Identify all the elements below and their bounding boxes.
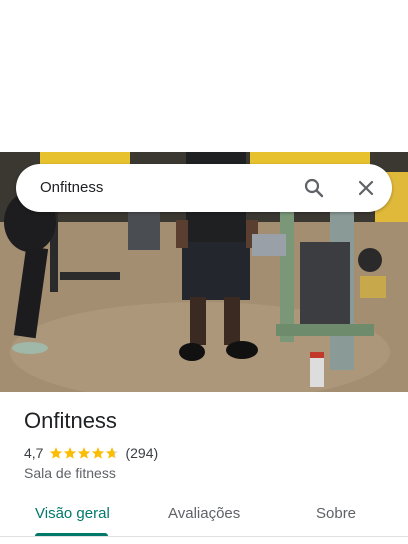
tab-about[interactable]: Sobre [316, 505, 356, 522]
tabs-divider [0, 536, 408, 537]
map-blank-area [0, 0, 408, 152]
review-count[interactable]: (294) [125, 445, 158, 461]
tab-reviews[interactable]: Avaliações [168, 505, 240, 522]
tab-overview[interactable]: Visão geral [35, 505, 110, 522]
rating-row[interactable]: 4,7 (294) [24, 445, 158, 461]
star-icon [50, 447, 63, 459]
rating-stars [49, 446, 119, 460]
place-title: Onfitness [24, 408, 117, 433]
search-input[interactable]: Onfitness [40, 164, 103, 212]
place-category: Sala de fitness [24, 465, 116, 481]
star-icon [64, 447, 77, 459]
star-icon [92, 447, 105, 459]
search-bar[interactable]: Onfitness [16, 164, 392, 212]
star-half-icon [106, 447, 119, 459]
star-icon [78, 447, 91, 459]
rating-value: 4,7 [24, 445, 44, 461]
search-icon[interactable] [302, 176, 326, 200]
close-icon[interactable] [354, 176, 378, 200]
